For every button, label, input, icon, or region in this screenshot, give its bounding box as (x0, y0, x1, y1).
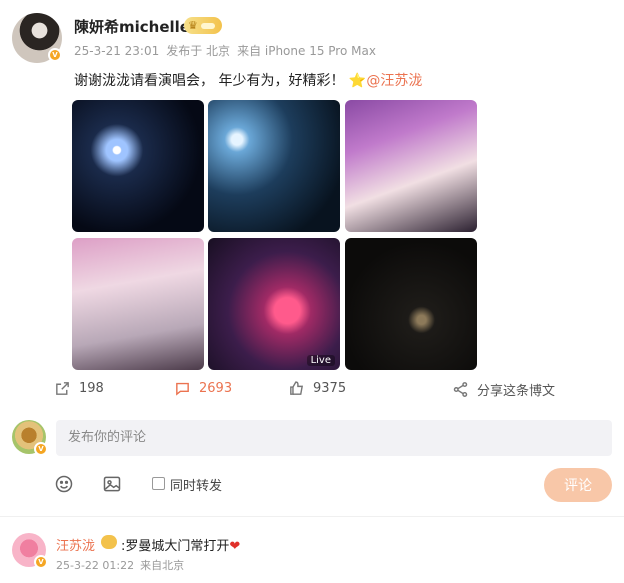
post-meta: 25-3-21 23:01 发布于 北京 来自 iPhone 15 Pro Max (74, 42, 376, 59)
image-icon (103, 476, 121, 492)
photo-4[interactable] (72, 238, 204, 370)
share-icon (56, 382, 69, 395)
share-button[interactable]: 198 (54, 380, 104, 397)
emoji-icon (55, 475, 73, 493)
mention-link[interactable]: @汪苏泷 (366, 73, 422, 89)
comment-input[interactable]: 发布你的评论 (56, 420, 612, 456)
photo-5[interactable]: Live (208, 238, 340, 370)
photo-2[interactable] (208, 100, 340, 232)
reply-location: 来自北京 (140, 559, 185, 572)
comment-icon (176, 382, 189, 396)
heart-emoji: ❤ (229, 539, 241, 554)
image-button[interactable] (102, 474, 122, 494)
post-date[interactable]: 25-3-21 23:01 (74, 44, 159, 58)
like-count: 9375 (313, 381, 347, 396)
divider (0, 516, 624, 517)
crown-bar (200, 22, 215, 29)
reply-date: 25-3-22 01:22 (56, 559, 135, 572)
share-friends-button[interactable]: 分享这条博文 (452, 380, 555, 399)
post-text: 谢谢泷泷请看演唱会， 年少有为，好精彩！ ⭐@汪苏泷 (74, 70, 422, 90)
live-badge: Live (306, 355, 335, 366)
submit-comment-button[interactable]: 评论 (544, 468, 612, 502)
photo-6[interactable] (345, 238, 477, 370)
reply-badge-icon (101, 535, 117, 549)
share-count: 198 (79, 381, 104, 396)
reply-body: :罗曼城大门常打开 (121, 539, 230, 554)
reply-verified-icon: V (34, 555, 48, 569)
crown-glyph-icon: ♛ (188, 19, 198, 32)
verified-icon: V (48, 48, 62, 62)
emoji-button[interactable] (54, 474, 74, 494)
repost-label[interactable]: 同时转发 (170, 475, 222, 494)
share-friends-label: 分享这条博文 (477, 384, 556, 399)
post-source: 发布于 北京 (166, 44, 231, 58)
reply-text: :罗曼城大门常打开❤ (121, 535, 240, 554)
crown-icon[interactable]: ♛ (184, 17, 222, 34)
comment-button[interactable]: 2693 (174, 380, 232, 397)
reply-author[interactable]: 汪苏泷 (56, 535, 95, 554)
photo-1[interactable] (72, 100, 204, 232)
post-device: 来自 iPhone 15 Pro Max (237, 44, 376, 58)
star-emoji: ⭐ (348, 73, 367, 89)
reply-meta: 25-3-22 01:22 来自北京 (56, 557, 184, 573)
user-verified-icon: V (34, 442, 48, 456)
like-button[interactable]: 9375 (288, 380, 346, 397)
comment-count: 2693 (199, 381, 233, 396)
share-friends-icon (453, 382, 468, 397)
photo-3[interactable] (345, 100, 477, 232)
repost-checkbox[interactable] (152, 477, 165, 490)
like-icon (290, 381, 304, 395)
author-name[interactable]: 陳妍希michelle (74, 16, 190, 37)
post-text-main: 谢谢泷泷请看演唱会， 年少有为，好精彩！ (74, 73, 345, 89)
photo-grid: Live (72, 100, 477, 370)
